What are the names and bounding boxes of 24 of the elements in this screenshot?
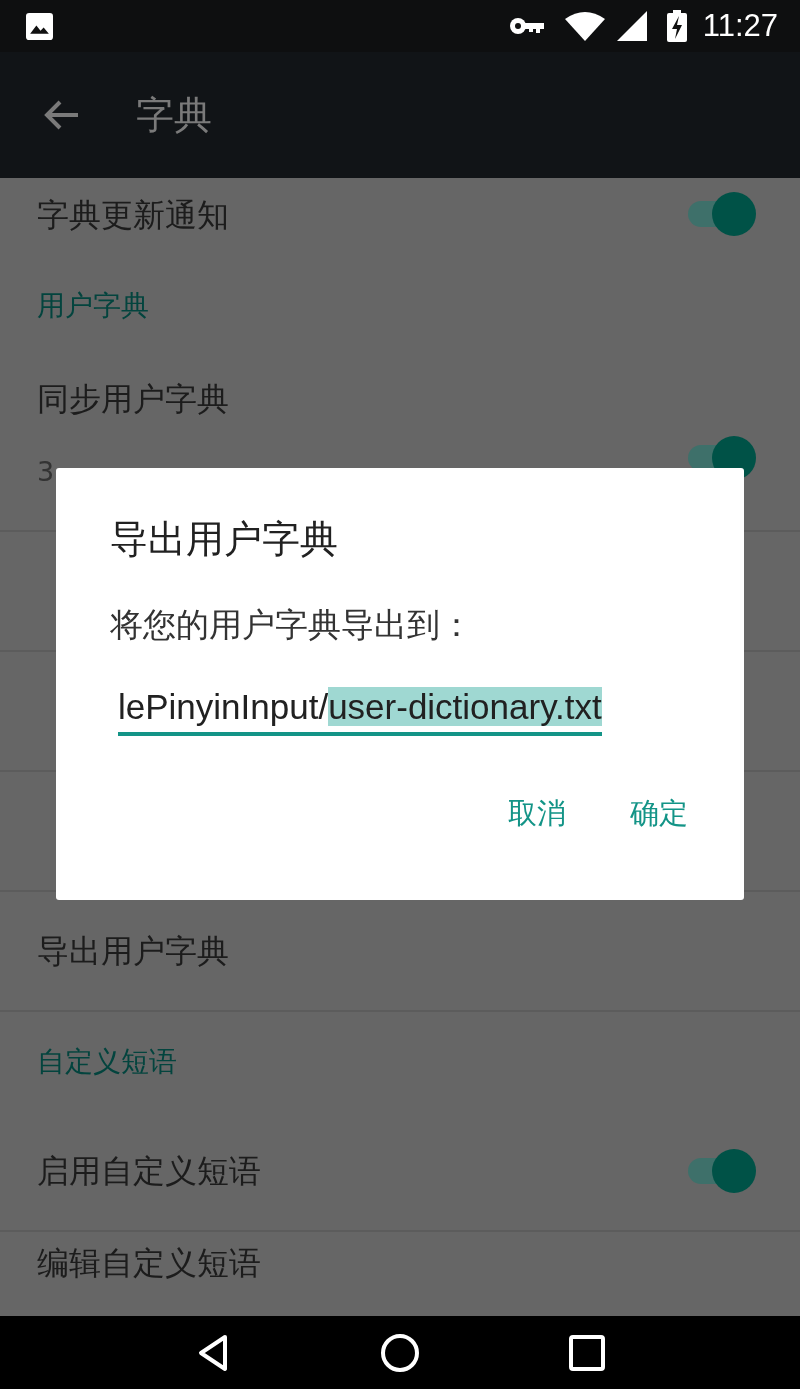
setting-title[interactable]: 编辑自定义短语 bbox=[37, 1240, 261, 1286]
setting-title[interactable]: 导出用户字典 bbox=[37, 928, 229, 974]
input-field[interactable]: lePinyinInput/user-dictionary.txt bbox=[118, 684, 602, 736]
toggle-switch[interactable] bbox=[686, 1149, 756, 1193]
setting-title[interactable]: 启用自定义短语 bbox=[37, 1148, 261, 1194]
category-header: 用户字典 bbox=[37, 288, 149, 324]
recents-icon[interactable] bbox=[566, 1332, 607, 1373]
toggle-switch[interactable] bbox=[686, 192, 756, 236]
home-icon[interactable] bbox=[380, 1332, 420, 1373]
wifi-icon bbox=[564, 11, 605, 41]
key-icon bbox=[508, 17, 545, 35]
category-header: 自定义短语 bbox=[37, 1044, 177, 1080]
back-arrow-icon[interactable] bbox=[44, 99, 80, 131]
dialog-button[interactable]: 确定 bbox=[608, 784, 710, 844]
setting-title[interactable]: 同步用户字典 bbox=[37, 376, 229, 422]
dialog-title: 导出用户字典 bbox=[110, 516, 339, 563]
dialog-message: 将您的用户字典导出到： bbox=[110, 604, 474, 646]
page-title: 字典 bbox=[136, 91, 212, 139]
battery-charging-icon bbox=[666, 10, 687, 42]
image-icon bbox=[26, 12, 53, 40]
signal-icon bbox=[616, 11, 647, 41]
dialog-button[interactable]: 取消 bbox=[486, 784, 588, 844]
clock-time: 11:27 bbox=[702, 8, 778, 44]
setting-title[interactable]: 字典更新通知 bbox=[37, 192, 229, 238]
